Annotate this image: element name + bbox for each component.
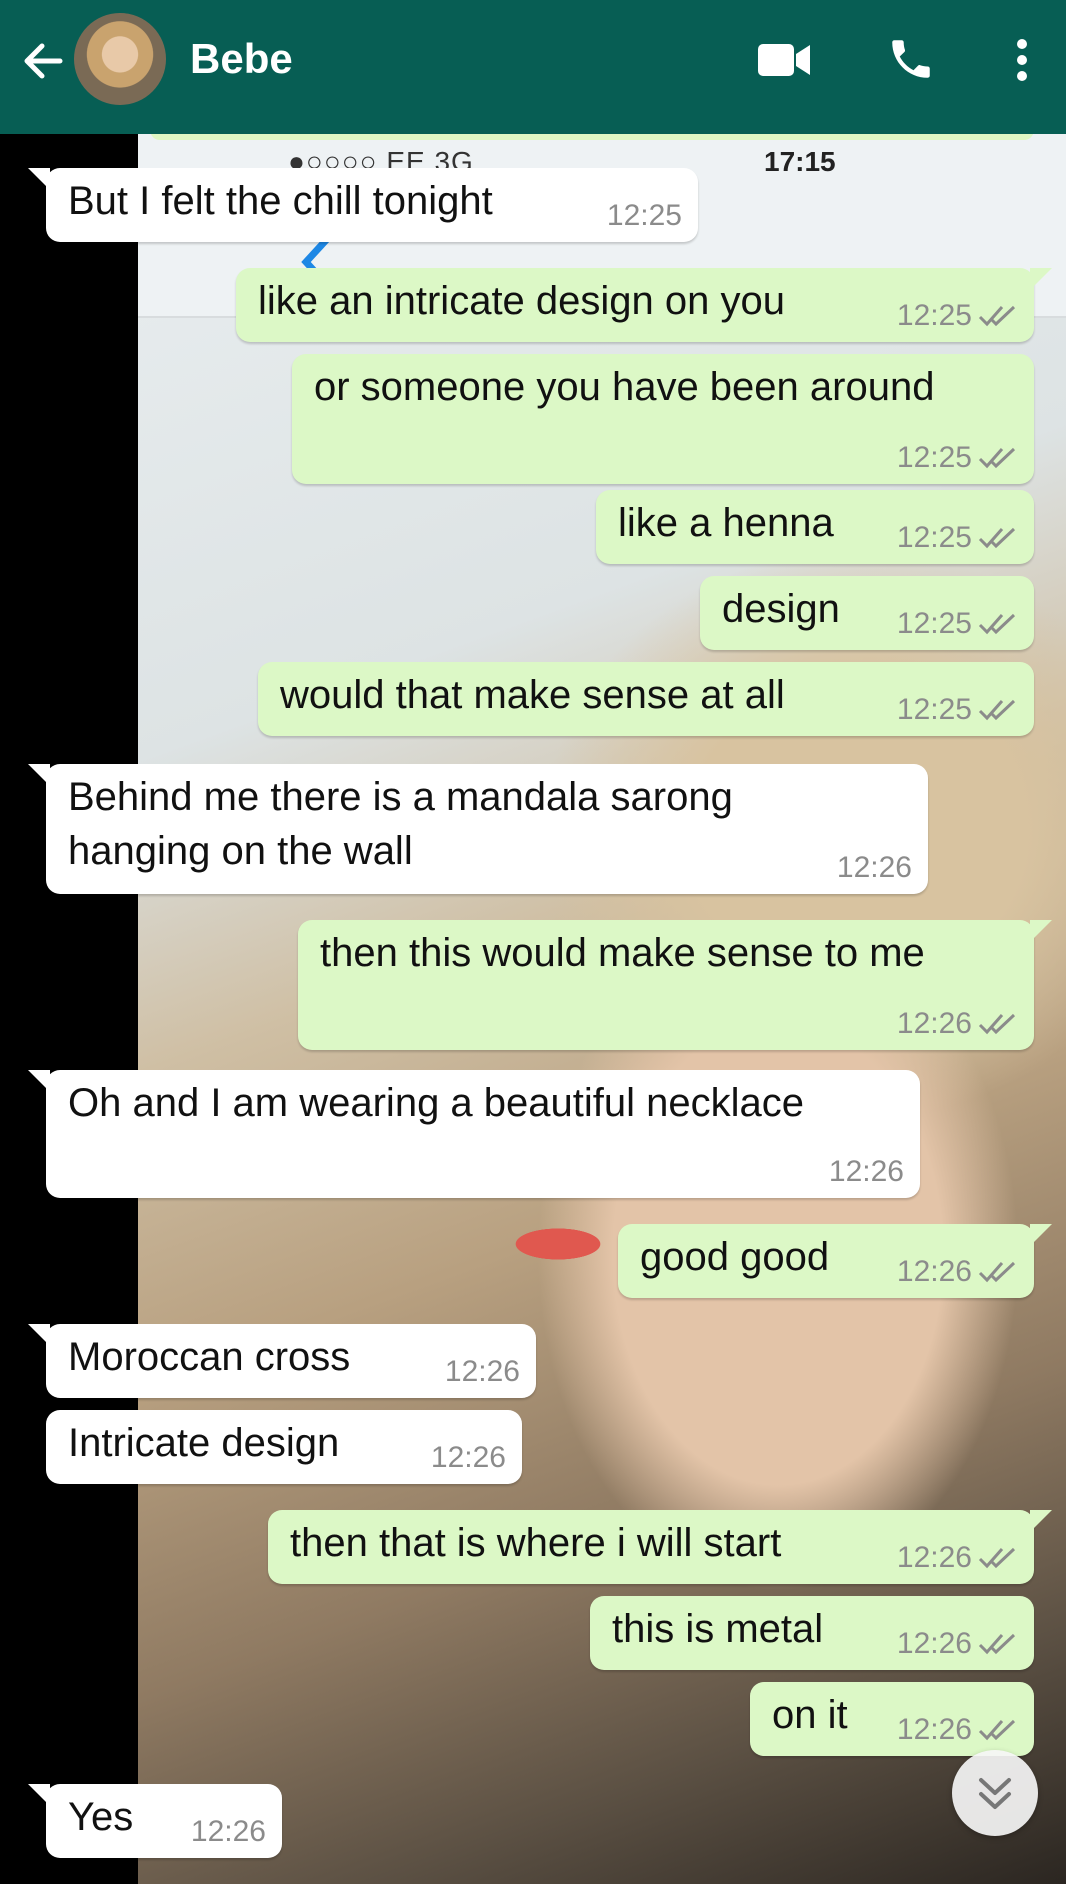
double-check-icon (978, 699, 1016, 721)
double-chevron-down-icon (979, 1778, 1011, 1809)
outgoing-message-bubble[interactable]: this is metal 12:26 (590, 1596, 1034, 1670)
message-text: or someone you have been around (314, 365, 935, 409)
message-meta: 12:25 (897, 522, 1018, 554)
message-meta: 12:26 (897, 1714, 1018, 1746)
double-check-icon (978, 305, 1016, 327)
wallpaper-clock-text: 17:15 (764, 146, 836, 177)
message-time: 12:26 (444, 1355, 520, 1388)
message-meta: 12:26 (897, 1008, 1018, 1040)
wallpaper-bubble-edge (150, 134, 1034, 140)
back-arrow-icon[interactable] (20, 38, 66, 84)
message-time: 12:26 (896, 1627, 972, 1660)
double-check-icon (978, 1547, 1016, 1569)
phone-icon[interactable] (886, 34, 936, 84)
double-check-icon (978, 1719, 1016, 1741)
outgoing-message-bubble[interactable]: then this would make sense to me 12:26 (298, 920, 1052, 1050)
contact-name[interactable]: Bebe (190, 34, 293, 84)
message-time: 12:26 (896, 1713, 972, 1746)
message-text: Intricate design (68, 1421, 340, 1465)
message-meta: 12:25 (897, 300, 1018, 332)
message-text: then this would make sense to me (320, 931, 925, 975)
message-time: 12:26 (896, 1007, 972, 1040)
message-text: design (722, 587, 840, 631)
message-text: on it (772, 1693, 848, 1737)
message-time: 12:26 (430, 1441, 506, 1474)
double-check-icon (978, 613, 1016, 635)
message-meta: 12:26 (897, 1256, 1018, 1288)
message-time: 12:26 (190, 1815, 266, 1848)
incoming-message-bubble[interactable]: Yes 12:26 (28, 1784, 282, 1858)
message-text: Moroccan cross (68, 1335, 351, 1379)
double-check-icon (978, 1013, 1016, 1035)
message-time: 12:25 (896, 693, 972, 726)
message-meta: 12:25 (897, 608, 1018, 640)
outgoing-message-bubble[interactable]: or someone you have been around 12:25 (292, 354, 1034, 484)
message-time: 12:25 (896, 607, 972, 640)
message-meta: 12:26 (897, 1628, 1018, 1660)
message-meta: 12:25 (897, 694, 1018, 726)
outgoing-message-bubble[interactable]: then that is where i will start 12:26 (268, 1510, 1052, 1584)
incoming-message-bubble[interactable]: Oh and I am wearing a beautiful necklace… (28, 1070, 920, 1198)
double-check-icon (978, 447, 1016, 469)
message-meta: 12:26 (445, 1356, 520, 1388)
more-vert-icon[interactable] (1010, 36, 1034, 84)
message-text: like an intricate design on you (258, 279, 785, 323)
double-check-icon (978, 1261, 1016, 1283)
avatar[interactable] (74, 13, 166, 105)
video-call-icon[interactable] (756, 40, 812, 80)
outgoing-message-bubble[interactable]: like a henna 12:25 (596, 490, 1034, 564)
message-time: 12:25 (896, 299, 972, 332)
outgoing-message-bubble[interactable]: like an intricate design on you 12:25 (236, 268, 1052, 342)
outgoing-message-bubble[interactable]: would that make sense at all 12:25 (258, 662, 1034, 736)
message-text: Yes (68, 1795, 134, 1839)
incoming-message-bubble[interactable]: Behind me there is a mandala sarong hang… (28, 764, 928, 894)
chat-header: Bebe (0, 0, 1066, 134)
message-meta: 12:26 (837, 852, 912, 884)
outgoing-message-bubble[interactable]: on it 12:26 (750, 1682, 1034, 1756)
double-check-icon (978, 1633, 1016, 1655)
message-time: 12:25 (606, 199, 682, 232)
message-text: would that make sense at all (280, 673, 785, 717)
message-text: good good (640, 1235, 830, 1279)
outgoing-message-bubble[interactable]: good good 12:26 (618, 1224, 1052, 1298)
message-meta: 12:26 (829, 1156, 904, 1188)
message-time: 12:26 (896, 1255, 972, 1288)
incoming-message-bubble[interactable]: Moroccan cross 12:26 (28, 1324, 536, 1398)
message-text: this is metal (612, 1607, 824, 1651)
chat-area[interactable]: ●○○○○ EE 3G 17:15 But I felt the chill t… (0, 134, 1066, 1884)
message-meta: 12:25 (607, 200, 682, 232)
scroll-down-button[interactable] (952, 1750, 1038, 1836)
message-time: 12:26 (828, 1155, 904, 1188)
message-time: 12:25 (896, 521, 972, 554)
message-text: Oh and I am wearing a beautiful necklace (68, 1081, 804, 1125)
message-text: Behind me there is a mandala sarong hang… (68, 775, 733, 873)
incoming-message-bubble[interactable]: But I felt the chill tonight 12:25 (28, 168, 698, 242)
message-time: 12:26 (896, 1541, 972, 1574)
double-check-icon (978, 527, 1016, 549)
message-meta: 12:26 (431, 1442, 506, 1474)
message-time: 12:26 (836, 851, 912, 884)
message-text: then that is where i will start (290, 1521, 782, 1565)
message-meta: 12:25 (897, 442, 1018, 474)
message-text: like a henna (618, 501, 834, 545)
message-text: But I felt the chill tonight (68, 179, 493, 223)
message-meta: 12:26 (191, 1816, 266, 1848)
outgoing-message-bubble[interactable]: design 12:25 (700, 576, 1034, 650)
message-time: 12:25 (896, 441, 972, 474)
incoming-message-bubble[interactable]: Intricate design 12:26 (46, 1410, 522, 1484)
message-meta: 12:26 (897, 1542, 1018, 1574)
